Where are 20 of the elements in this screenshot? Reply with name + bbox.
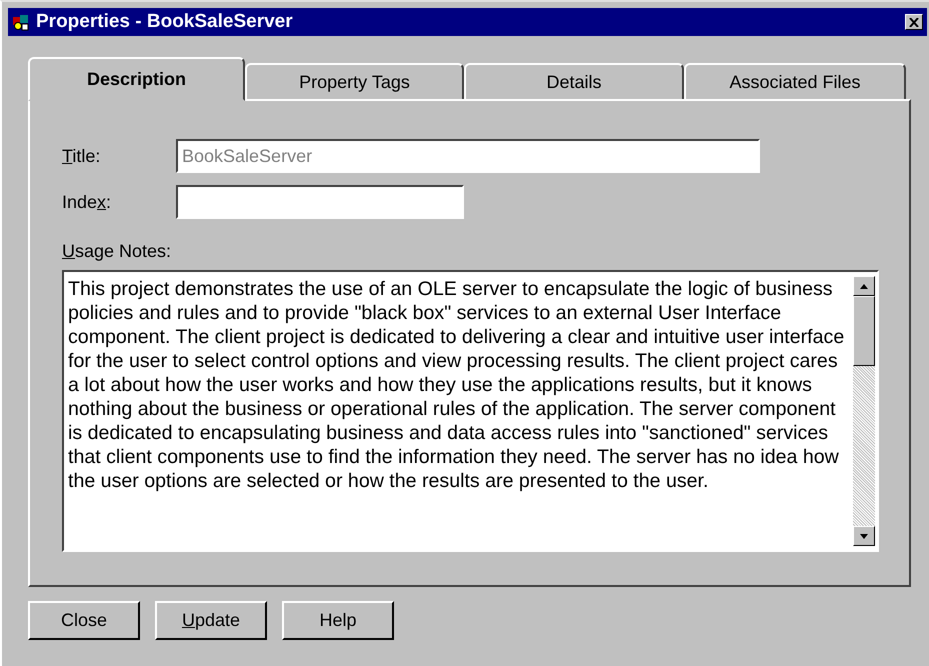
- up-arrow-icon: [860, 284, 868, 288]
- scroll-up-button[interactable]: [853, 276, 875, 296]
- close-button[interactable]: [905, 14, 923, 30]
- field-label: Usage Notes:: [62, 241, 172, 262]
- app-icon: [12, 13, 30, 31]
- down-arrow-icon: [860, 534, 868, 538]
- text-field[interactable]: [176, 185, 464, 219]
- close-icon: [909, 18, 919, 26]
- tab[interactable]: Details: [464, 63, 684, 101]
- tab[interactable]: Property Tags: [245, 63, 464, 101]
- field-label: Title:: [62, 146, 102, 166]
- tab[interactable]: Description: [28, 57, 245, 101]
- dialog-button[interactable]: Help: [282, 601, 394, 640]
- dialog-button[interactable]: Update: [155, 601, 267, 640]
- field-label: Index:: [62, 192, 112, 212]
- dialog-button[interactable]: Close: [28, 601, 140, 640]
- scroll-down-button[interactable]: [853, 526, 875, 546]
- tab[interactable]: Associated Files: [684, 63, 906, 101]
- window-title: Properties - BookSaleServer: [36, 11, 294, 33]
- scroll-thumb[interactable]: [853, 296, 875, 366]
